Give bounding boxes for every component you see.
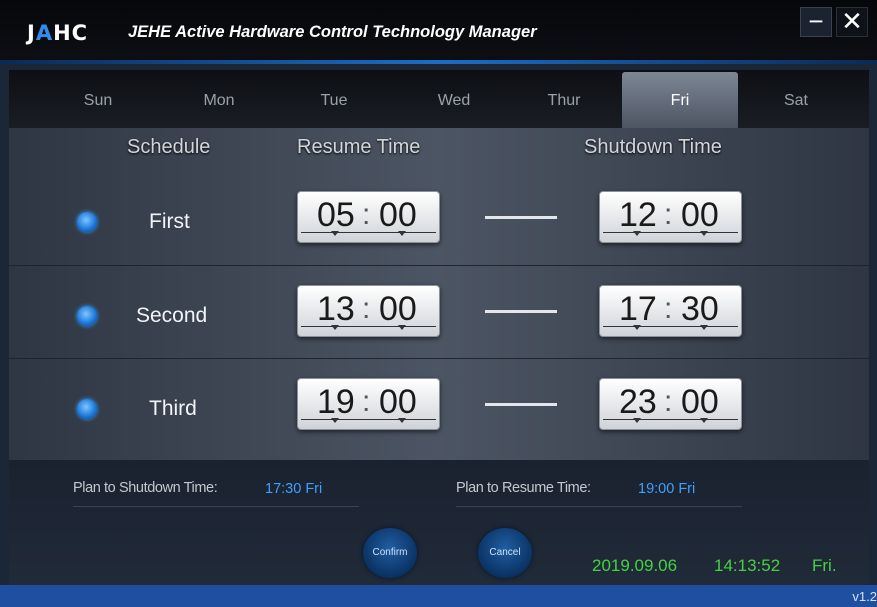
tab-tue[interactable]: Tue xyxy=(299,72,369,128)
radio-first[interactable] xyxy=(77,212,97,232)
tab-sun[interactable]: Sun xyxy=(64,72,132,128)
close-button[interactable]: ✕ xyxy=(836,7,868,37)
cancel-button[interactable]: Cancel xyxy=(478,528,532,578)
schedule-row-third: Third 19 : 00 23 : 00 xyxy=(9,358,869,451)
day-tabs: Sun Mon Tue Wed Thur Fri Sat xyxy=(9,70,869,128)
tab-wed[interactable]: Wed xyxy=(417,72,491,128)
schedule-row-second: Second 13 : 00 17 : 30 xyxy=(9,265,869,358)
shutdown-time-header: Shutdown Time xyxy=(584,136,722,158)
app-window: JAHC JEHE Active Hardware Control Techno… xyxy=(0,0,877,607)
tab-fri[interactable]: Fri xyxy=(622,72,738,128)
row-label-first: First xyxy=(149,210,190,233)
range-dash xyxy=(485,310,557,313)
schedule-header: Schedule xyxy=(127,136,211,158)
bottom-bar xyxy=(0,585,877,607)
schedule-row-first: First 05 : 00 12 : 00 xyxy=(9,172,869,264)
plan-resume-label: Plan to Resume Time: xyxy=(456,480,591,496)
status-time: 14:13:52 xyxy=(714,556,781,575)
tab-mon[interactable]: Mon xyxy=(181,72,257,128)
shutdown-minute-first[interactable]: 00 xyxy=(681,196,719,235)
version-label: v1.2 xyxy=(852,589,877,604)
app-logo: JAHC xyxy=(27,21,89,45)
shutdown-hour-first[interactable]: 12 xyxy=(619,196,657,235)
tab-sat[interactable]: Sat xyxy=(761,72,831,128)
resume-hour-first[interactable]: 05 xyxy=(317,196,355,235)
shutdown-hour-third[interactable]: 23 xyxy=(619,383,657,422)
range-dash xyxy=(485,216,557,219)
shutdown-time-first[interactable]: 12 : 00 xyxy=(599,191,742,243)
row-label-third: Third xyxy=(149,397,197,420)
status-date: 2019.09.06 xyxy=(592,556,678,575)
schedule-panel: Schedule Resume Time Shutdown Time First… xyxy=(9,128,869,460)
plan-shutdown-value: 17:30 Fri xyxy=(265,481,323,497)
radio-third[interactable] xyxy=(77,399,97,419)
shutdown-hour-second[interactable]: 17 xyxy=(619,290,657,329)
title-bar: JAHC JEHE Active Hardware Control Techno… xyxy=(0,0,877,64)
resume-time-second[interactable]: 13 : 00 xyxy=(297,285,440,337)
resume-minute-third[interactable]: 00 xyxy=(379,383,417,422)
resume-hour-third[interactable]: 19 xyxy=(317,383,355,422)
plan-shutdown-label: Plan to Shutdown Time: xyxy=(73,480,218,496)
resume-time-third[interactable]: 19 : 00 xyxy=(297,378,440,430)
resume-time-first[interactable]: 05 : 00 xyxy=(297,191,440,243)
row-label-second: Second xyxy=(136,304,208,327)
minimize-button[interactable]: − xyxy=(800,7,832,37)
shutdown-minute-third[interactable]: 00 xyxy=(681,383,719,422)
status-day: Fri. xyxy=(812,556,837,575)
shutdown-time-third[interactable]: 23 : 00 xyxy=(599,378,742,430)
confirm-button[interactable]: Confirm xyxy=(363,528,417,578)
resume-hour-second[interactable]: 13 xyxy=(317,290,355,329)
tab-thur[interactable]: Thur xyxy=(527,72,601,128)
plan-summary: Plan to Shutdown Time: 17:30 Fri Plan to… xyxy=(9,460,869,600)
resume-minute-first[interactable]: 00 xyxy=(379,196,417,235)
radio-second[interactable] xyxy=(77,306,97,326)
plan-resume-value: 19:00 Fri xyxy=(638,481,696,497)
range-dash xyxy=(485,403,557,406)
resume-time-header: Resume Time xyxy=(297,136,421,158)
shutdown-time-second[interactable]: 17 : 30 xyxy=(599,285,742,337)
resume-minute-second[interactable]: 00 xyxy=(379,290,417,329)
app-title: JEHE Active Hardware Control Technology … xyxy=(128,23,537,41)
shutdown-minute-second[interactable]: 30 xyxy=(681,290,719,329)
